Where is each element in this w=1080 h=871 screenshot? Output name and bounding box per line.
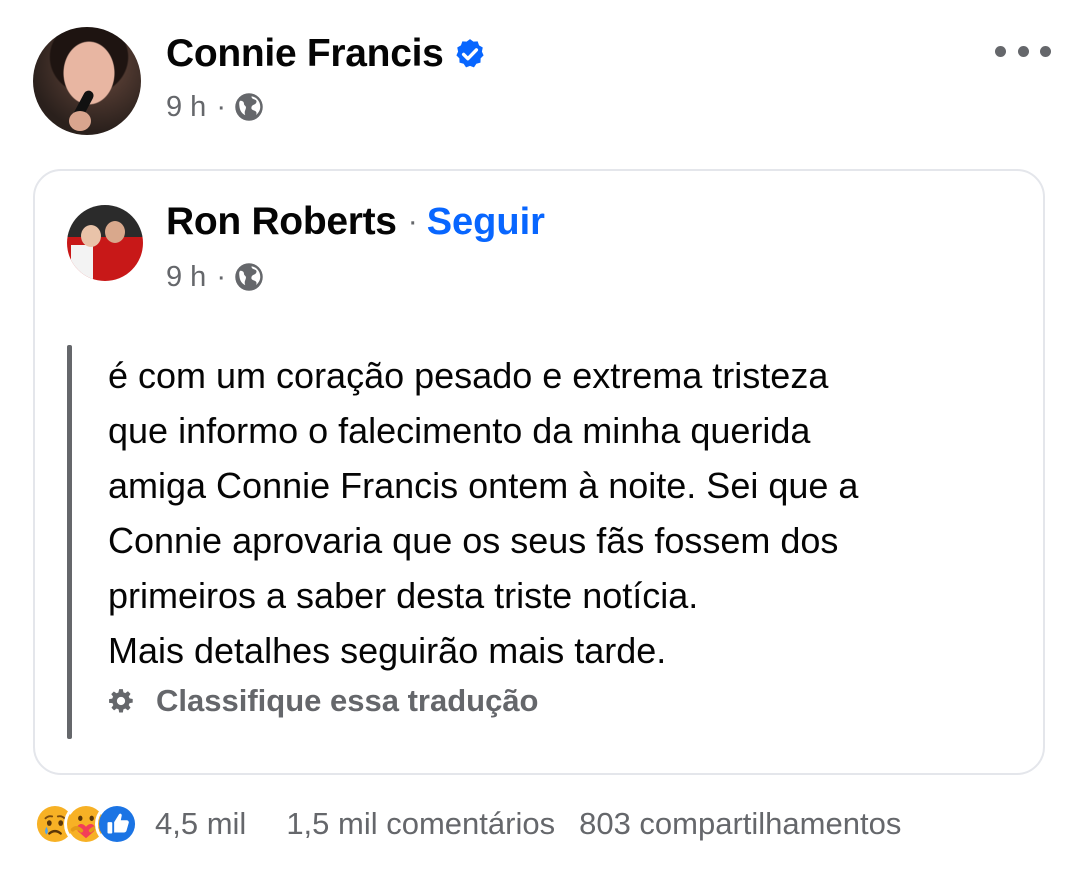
post-header: Connie Francis 9 h · <box>33 27 1053 137</box>
reaction-count[interactable]: 4,5 mil <box>155 806 246 842</box>
post-meta: 9 h · <box>166 89 264 125</box>
avatar-face <box>105 221 125 243</box>
hand-shape <box>69 111 91 131</box>
post-body-line: que informo o falecimento da minha queri… <box>108 410 811 451</box>
rate-translation-label[interactable]: Classifique essa tradução <box>156 683 539 719</box>
author-avatar[interactable] <box>33 27 141 135</box>
quote-bar <box>67 345 72 739</box>
post-body-line: Mais detalhes seguirão mais tarde. <box>108 630 667 671</box>
post-body-line: é com um coração pesado e extrema triste… <box>108 355 829 396</box>
shared-author-row: Ron Roberts · Seguir <box>166 197 545 247</box>
shared-post-time[interactable]: 9 h <box>166 261 206 294</box>
avatar-figure <box>71 245 93 281</box>
shares-count[interactable]: 803 compartilhamentos <box>579 806 901 842</box>
more-dot <box>1017 45 1029 57</box>
author-name-row: Connie Francis <box>166 29 487 79</box>
post-body-line: primeiros a saber desta triste notícia. <box>108 575 699 616</box>
meta-separator: · <box>216 90 226 123</box>
meta-separator: · <box>216 260 226 293</box>
post-body: é com um coração pesado e extrema triste… <box>108 348 1008 678</box>
post-body-line: Connie aprovaria que os seus fãs fossem … <box>108 520 839 561</box>
follow-button[interactable]: Seguir <box>427 201 545 244</box>
post-time[interactable]: 9 h <box>166 91 206 124</box>
post-footer: 4,5 mil 1,5 mil comentários 803 comparti… <box>33 800 1053 848</box>
more-options-icon[interactable] <box>995 41 1051 61</box>
author-name[interactable]: Connie Francis <box>166 32 444 76</box>
globe-icon <box>235 263 263 291</box>
rate-translation-link[interactable]: Classifique essa tradução <box>108 681 539 721</box>
more-dot <box>995 45 1006 57</box>
reactions-summary[interactable] <box>33 802 139 846</box>
follow-separator: · <box>407 205 418 238</box>
shared-post-meta: 9 h · <box>166 259 264 295</box>
globe-icon <box>235 93 263 121</box>
avatar-face <box>81 225 101 247</box>
post-body-line: amiga Connie Francis ontem à noite. Sei … <box>108 465 859 506</box>
gear-icon <box>109 689 133 713</box>
shared-post-card[interactable]: Ron Roberts · Seguir 9 h · é com um cora… <box>33 169 1045 775</box>
shared-author-avatar[interactable] <box>67 205 143 281</box>
shared-author-name[interactable]: Ron Roberts <box>166 200 397 244</box>
comments-count[interactable]: 1,5 mil comentários <box>286 806 555 842</box>
more-dot <box>1040 45 1051 57</box>
verified-badge-icon <box>455 39 484 68</box>
like-reaction-icon <box>95 802 139 846</box>
